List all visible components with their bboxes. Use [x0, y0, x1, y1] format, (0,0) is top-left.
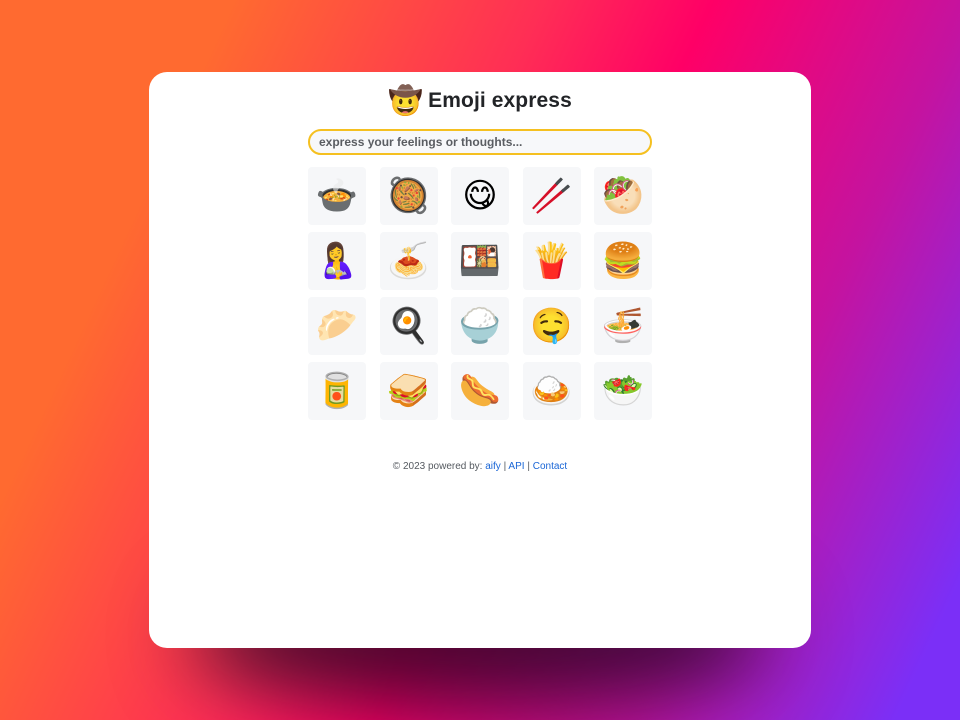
emoji-tile-face-savoring-food[interactable]: 😋 — [451, 167, 509, 225]
api-link[interactable]: API — [508, 461, 524, 472]
sandwich-icon: 🥪 — [387, 372, 430, 410]
emoji-tile-bento-box[interactable]: 🍱 — [451, 232, 509, 290]
bento-box-icon: 🍱 — [458, 242, 502, 280]
emoji-tile-steaming-bowl[interactable]: 🍜 — [594, 297, 652, 355]
hot-dog-icon: 🌭 — [458, 372, 502, 410]
breast-feeding-icon: 🤱 — [315, 242, 359, 280]
emoji-tile-sandwich[interactable]: 🥪 — [379, 362, 438, 420]
main-card: 🤠 Emoji express 🍲 🥘 😋 🥢 🥙 🤱 🍝 🍱 🍟 🍔 🥟 🍳 🍚 🤤 🍜 🥫 🥪 🌭 🍛 🥗 © 2… — [149, 72, 811, 648]
app-title: Emoji express — [428, 89, 572, 112]
dumpling-icon: 🥟 — [315, 307, 359, 345]
stuffed-flatbread-icon: 🥙 — [601, 177, 645, 215]
chopsticks-icon: 🥢 — [530, 177, 573, 215]
emoji-tile-curry-rice[interactable]: 🍛 — [522, 362, 581, 420]
emoji-tile-green-salad[interactable]: 🥗 — [594, 362, 652, 420]
face-savoring-food-icon: 😋 — [462, 177, 498, 215]
french-fries-icon: 🍟 — [530, 242, 573, 280]
pot-of-food-icon: 🍲 — [315, 177, 359, 215]
separator: | — [527, 461, 530, 472]
aify-link[interactable]: aify — [485, 461, 501, 472]
cooked-rice-icon: 🍚 — [458, 307, 502, 345]
canned-food-icon: 🥫 — [315, 372, 359, 410]
drooling-face-icon: 🤤 — [530, 307, 573, 345]
emoji-tile-shallow-pan-of-food[interactable]: 🥘 — [379, 167, 438, 225]
emoji-tile-stuffed-flatbread[interactable]: 🥙 — [594, 167, 652, 225]
copyright-text: © 2023 powered by: — [392, 461, 483, 472]
emoji-tile-breast-feeding[interactable]: 🤱 — [308, 232, 366, 290]
emoji-tile-hamburger[interactable]: 🍔 — [594, 232, 652, 290]
separator: | — [503, 461, 507, 472]
emoji-tile-chopsticks[interactable]: 🥢 — [522, 167, 581, 225]
feelings-search-input[interactable] — [308, 129, 652, 155]
emoji-tile-dumpling[interactable]: 🥟 — [308, 297, 366, 355]
emoji-tile-pot-of-food[interactable]: 🍲 — [308, 167, 366, 225]
header: 🤠 Emoji express — [149, 84, 811, 118]
emoji-grid: 🍲 🥘 😋 🥢 🥙 🤱 🍝 🍱 🍟 🍔 🥟 🍳 🍚 🤤 🍜 🥫 🥪 🌭 🍛 🥗 — [308, 167, 654, 420]
cooking-icon: 🍳 — [387, 307, 430, 345]
spaghetti-icon: 🍝 — [387, 242, 430, 280]
emoji-tile-canned-food[interactable]: 🥫 — [308, 362, 366, 420]
steaming-bowl-icon: 🍜 — [601, 307, 645, 345]
shallow-pan-of-food-icon: 🥘 — [387, 177, 430, 215]
cowboy-face-logo-icon: 🤠 — [388, 85, 424, 116]
emoji-tile-hot-dog[interactable]: 🌭 — [451, 362, 509, 420]
emoji-tile-spaghetti[interactable]: 🍝 — [379, 232, 438, 290]
emoji-tile-french-fries[interactable]: 🍟 — [522, 232, 581, 290]
curry-rice-icon: 🍛 — [530, 372, 573, 410]
emoji-tile-drooling-face[interactable]: 🤤 — [522, 297, 581, 355]
hamburger-icon: 🍔 — [601, 242, 645, 280]
contact-link[interactable]: Contact — [533, 461, 567, 472]
emoji-tile-cooked-rice[interactable]: 🍚 — [451, 297, 509, 355]
footer: © 2023 powered by: aify | API | Contact — [149, 461, 811, 472]
emoji-tile-cooking[interactable]: 🍳 — [379, 297, 438, 355]
green-salad-icon: 🥗 — [601, 372, 645, 410]
